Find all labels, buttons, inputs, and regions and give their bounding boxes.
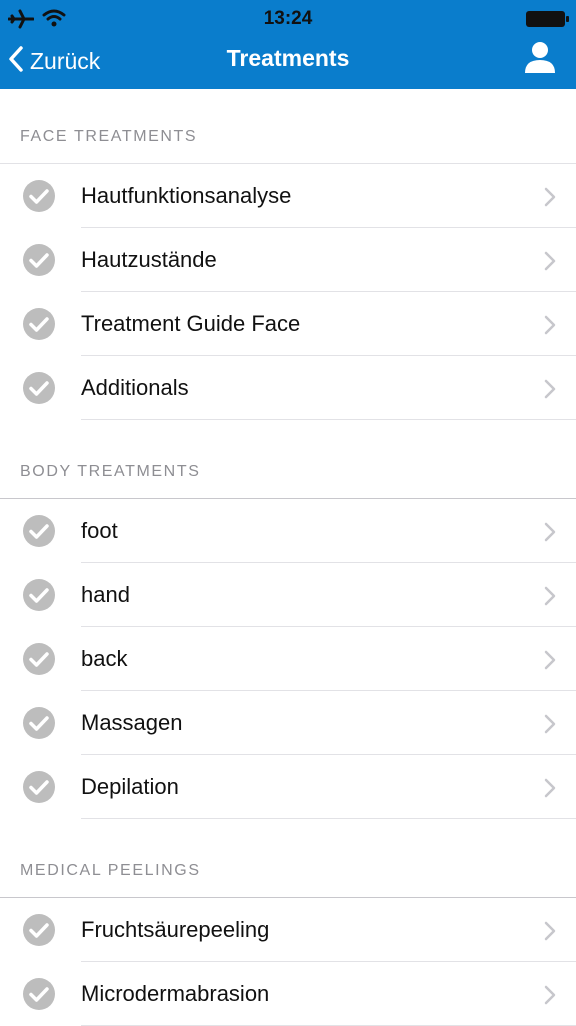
checkmark-circle-icon bbox=[22, 371, 56, 405]
list-item[interactable]: foot bbox=[0, 499, 576, 563]
list-item[interactable]: Massagen bbox=[0, 691, 576, 755]
checkmark-circle-icon bbox=[22, 706, 56, 740]
page-title: Treatments bbox=[226, 45, 350, 71]
section-list: Hautfunktionsanalyse Hautzustände Treatm… bbox=[0, 163, 576, 420]
list-item-label: Hautfunktionsanalyse bbox=[81, 183, 292, 208]
battery-icon bbox=[526, 11, 570, 32]
section-list: Fruchtsäurepeeling Microdermabrasion bbox=[0, 897, 576, 1026]
chevron-right-icon bbox=[544, 921, 556, 946]
checkmark-circle-icon bbox=[22, 578, 56, 612]
chevron-right-icon bbox=[544, 315, 556, 340]
treatment-list: FACE TREATMENTS Hautfunktionsanalyse Hau… bbox=[0, 89, 576, 1026]
list-item-label: Massagen bbox=[81, 710, 183, 735]
list-item-label: back bbox=[81, 646, 128, 671]
section-header-label: BODY TREATMENTS bbox=[20, 463, 201, 480]
checkmark-circle-icon bbox=[22, 307, 56, 341]
checkmark-circle-icon bbox=[22, 243, 56, 277]
list-item[interactable]: Hautzustände bbox=[0, 228, 576, 292]
list-item[interactable]: Microdermabrasion bbox=[0, 962, 576, 1026]
section-list: foot hand back Massagen Depilation bbox=[0, 498, 576, 819]
list-item-label: Treatment Guide Face bbox=[81, 311, 301, 336]
checkmark-circle-icon bbox=[22, 913, 56, 947]
list-item[interactable]: Treatment Guide Face bbox=[0, 292, 576, 356]
list-item-label: hand bbox=[81, 582, 130, 607]
section-header-label: MEDICAL PEELINGS bbox=[20, 862, 201, 879]
status-bar: 13:24 bbox=[0, 0, 576, 38]
chevron-right-icon bbox=[544, 586, 556, 611]
chevron-right-icon bbox=[544, 522, 556, 547]
user-button[interactable] bbox=[522, 40, 558, 79]
status-time: 13:24 bbox=[263, 8, 313, 29]
list-item[interactable]: Depilation bbox=[0, 755, 576, 819]
list-item-label: Hautzustände bbox=[81, 247, 217, 272]
chevron-right-icon bbox=[544, 187, 556, 212]
chevron-right-icon bbox=[544, 778, 556, 803]
list-item-label: Additionals bbox=[81, 375, 189, 400]
checkmark-circle-icon bbox=[22, 977, 56, 1011]
list-item-label: foot bbox=[81, 518, 118, 543]
section-header: FACE TREATMENTS bbox=[0, 89, 576, 163]
chevron-right-icon bbox=[544, 379, 556, 404]
list-item-label: Microdermabrasion bbox=[81, 981, 270, 1006]
navigation-bar: Zurück Treatments bbox=[0, 38, 576, 89]
list-item[interactable]: Hautfunktionsanalyse bbox=[0, 164, 576, 228]
list-item[interactable]: hand bbox=[0, 563, 576, 627]
list-item[interactable]: back bbox=[0, 627, 576, 691]
checkmark-circle-icon bbox=[22, 179, 56, 213]
checkmark-circle-icon bbox=[22, 514, 56, 548]
checkmark-circle-icon bbox=[22, 642, 56, 676]
section-header: BODY TREATMENTS bbox=[0, 420, 576, 498]
chevron-right-icon bbox=[544, 985, 556, 1010]
chevron-right-icon bbox=[544, 714, 556, 739]
chevron-right-icon bbox=[544, 650, 556, 675]
section-header: MEDICAL PEELINGS bbox=[0, 819, 576, 897]
list-item[interactable]: Fruchtsäurepeeling bbox=[0, 898, 576, 962]
checkmark-circle-icon bbox=[22, 770, 56, 804]
user-icon bbox=[522, 42, 558, 78]
list-item-label: Depilation bbox=[81, 774, 179, 799]
list-item-label: Fruchtsäurepeeling bbox=[81, 917, 270, 942]
chevron-right-icon bbox=[544, 251, 556, 276]
section-header-label: FACE TREATMENTS bbox=[20, 128, 198, 145]
list-item[interactable]: Additionals bbox=[0, 356, 576, 420]
header-bar: 13:24 Zurück Treatments bbox=[0, 0, 576, 89]
